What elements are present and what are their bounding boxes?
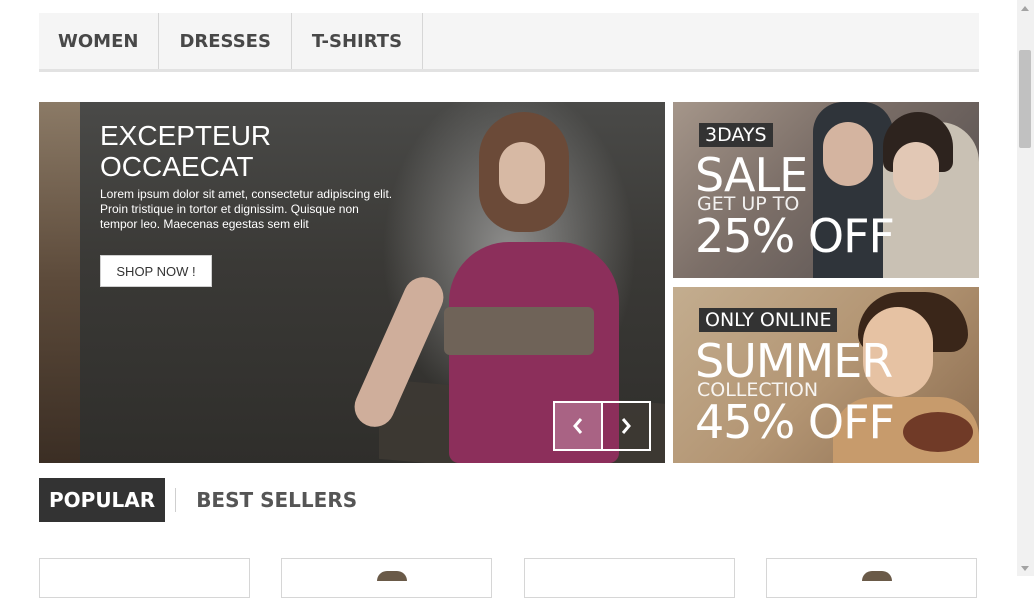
shop-now-button[interactable]: SHOP NOW !	[100, 255, 212, 287]
product-card[interactable]	[281, 558, 492, 598]
photo-face	[499, 142, 545, 204]
product-image	[862, 571, 892, 581]
summer-banner[interactable]: ONLY ONLINE SUMMER COLLECTION 45% OFF	[673, 287, 979, 463]
slider-prev-button[interactable]	[553, 401, 603, 451]
tab-popular[interactable]: POPULAR	[39, 478, 166, 522]
sale-banner-headline: SALE	[695, 148, 808, 202]
summer-banner-tag: ONLY ONLINE	[699, 308, 838, 332]
slider-next-button[interactable]	[601, 401, 651, 451]
scroll-down-arrow-icon[interactable]	[1021, 566, 1029, 571]
slide-title: EXCEPTEUR OCCAECAT	[100, 120, 420, 182]
summer-banner-offer: 45% OFF	[695, 395, 895, 449]
slider-controls	[553, 401, 651, 451]
menu-item-women[interactable]: WOMEN	[39, 13, 160, 69]
slide-text-line1: Lorem ipsum dolor sit amet, consectetur …	[100, 187, 393, 201]
top-menu: WOMEN DRESSES T-SHIRTS	[39, 13, 979, 72]
product-tabs: POPULAR BEST SELLERS	[39, 478, 367, 522]
scrollbar-thumb[interactable]	[1019, 50, 1031, 148]
slide-text-line2: Proin tristique in tortor et dignissim. …	[100, 202, 359, 216]
sale-banner-tag: 3DAYS	[699, 123, 773, 147]
scroll-up-arrow-icon[interactable]	[1021, 6, 1029, 11]
slide-text-line3: tempor leo. Maecenas egestas sem elit	[100, 217, 309, 231]
product-card[interactable]	[524, 558, 735, 598]
banner-photo-sunglasses	[903, 412, 973, 452]
slide-title-line1: EXCEPTEUR	[100, 120, 272, 151]
chevron-left-icon	[573, 418, 583, 434]
banner-photo-woman-face	[893, 142, 939, 200]
slide-description: Lorem ipsum dolor sit amet, consectetur …	[100, 187, 400, 232]
slide-title-line2: OCCAECAT	[100, 151, 254, 182]
banner-photo-man-face	[823, 122, 873, 186]
menu-item-tshirts[interactable]: T-SHIRTS	[292, 13, 424, 69]
sale-banner-offer: 25% OFF	[695, 209, 895, 263]
photo-belt	[444, 307, 594, 355]
slide-photo-edge	[39, 102, 80, 463]
chevron-right-icon	[621, 418, 631, 434]
menu-item-dresses[interactable]: DRESSES	[159, 13, 292, 69]
summer-banner-headline: SUMMER	[695, 334, 893, 388]
product-image	[377, 571, 407, 581]
product-card[interactable]	[766, 558, 977, 598]
product-card[interactable]	[39, 558, 250, 598]
tab-best-sellers[interactable]: BEST SELLERS	[176, 478, 367, 522]
homepage-slider: EXCEPTEUR OCCAECAT Lorem ipsum dolor sit…	[39, 102, 665, 463]
sale-banner[interactable]: 3DAYS SALE GET UP TO 25% OFF	[673, 102, 979, 278]
